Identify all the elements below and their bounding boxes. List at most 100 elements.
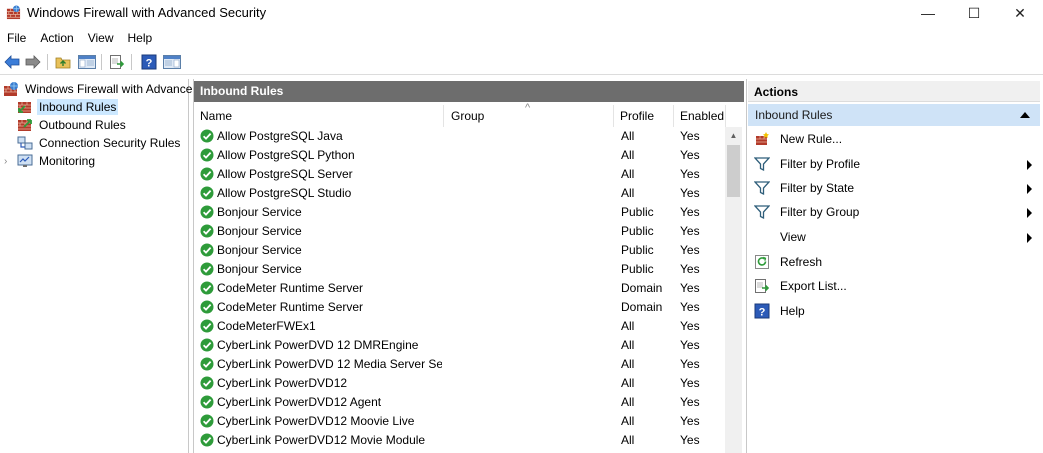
firewall-app-icon [6, 5, 21, 20]
table-row[interactable]: CyberLink PowerDVD12 Movie Module All Yes [194, 431, 725, 450]
table-row[interactable]: Allow PostgreSQL Studio All Yes [194, 184, 725, 203]
filter-icon [754, 157, 770, 172]
action-label: Filter by Profile [780, 157, 861, 171]
table-row[interactable]: Allow PostgreSQL Java All Yes [194, 127, 725, 146]
tree-item-outbound-rules[interactable]: Outbound Rules [17, 116, 128, 134]
action-filter-by-profile[interactable]: Filter by Profile [748, 152, 1040, 176]
back-arrow-icon[interactable] [2, 52, 22, 72]
rule-name: CyberLink PowerDVD12 [217, 376, 348, 390]
toolbar-separator [47, 54, 48, 70]
table-row[interactable]: CodeMeterFWEx1 All Yes [194, 317, 725, 336]
show-hide-tree-icon[interactable] [77, 52, 97, 72]
maximize-button[interactable]: ☐ [951, 0, 997, 26]
table-row[interactable]: Bonjour Service Public Yes [194, 260, 725, 279]
export-list-icon [755, 279, 770, 293]
rule-profile: All [621, 129, 635, 143]
action-filter-by-state[interactable]: Filter by State [748, 176, 1040, 200]
rule-name: CyberLink PowerDVD 12 Media Server Ser..… [217, 357, 442, 371]
table-row[interactable]: Allow PostgreSQL Python All Yes [194, 146, 725, 165]
menu-view[interactable]: View [81, 27, 121, 48]
title-bar[interactable]: Windows Firewall with Advanced Security … [0, 0, 1043, 26]
menu-help[interactable]: Help [121, 27, 160, 48]
actions-section-inbound-rules[interactable]: Inbound Rules [748, 104, 1040, 126]
scrollbar-thumb[interactable] [727, 145, 740, 197]
table-row[interactable]: CodeMeter Runtime Server Domain Yes [194, 298, 725, 317]
menu-file[interactable]: File [0, 27, 33, 48]
rule-name: CyberLink PowerDVD12 Moovie Live [217, 414, 415, 428]
action-label: New Rule... [780, 132, 843, 146]
scroll-up-arrow-icon[interactable]: ▲ [725, 127, 742, 144]
column-headers: Name Group ^ Profile Enabled [194, 102, 744, 127]
table-row[interactable]: CyberLink PowerDVD 12 DMREngine All Yes [194, 336, 725, 355]
toolbar: ? [0, 49, 1043, 75]
tree-item-connection-security-rules[interactable]: Connection Security Rules [17, 134, 182, 152]
table-row[interactable]: Bonjour Service Public Yes [194, 222, 725, 241]
enabled-check-icon [200, 243, 214, 257]
column-header-enabled[interactable]: Enabled [674, 105, 726, 127]
action-export-list[interactable]: Export List... [748, 274, 1040, 298]
submenu-arrow-icon [1027, 233, 1032, 243]
sort-ascending-icon: ^ [525, 102, 531, 114]
action-view[interactable]: View [748, 225, 1040, 249]
enabled-check-icon [200, 338, 214, 352]
help-icon[interactable]: ? [139, 52, 159, 72]
rule-enabled: Yes [680, 319, 700, 333]
filter-icon [754, 181, 770, 196]
action-filter-by-group[interactable]: Filter by Group [748, 200, 1040, 224]
table-row[interactable]: CodeMeter Runtime Server Domain Yes [194, 279, 725, 298]
navigation-tree: Windows Firewall with Advance Inbound Ru… [0, 79, 192, 453]
rule-enabled: Yes [680, 357, 700, 371]
rule-name: Allow PostgreSQL Python [217, 148, 355, 162]
rule-profile: All [621, 186, 635, 200]
forward-arrow-icon[interactable] [23, 52, 43, 72]
table-row[interactable]: CyberLink PowerDVD12 Agent All Yes [194, 393, 725, 412]
menu-bar: File Action View Help [0, 27, 1043, 48]
minimize-button[interactable]: — [905, 0, 951, 26]
rule-profile: Domain [621, 300, 663, 314]
rule-enabled: Yes [680, 224, 700, 238]
rule-name: Bonjour Service [217, 224, 302, 238]
inbound-rules-icon [18, 102, 31, 113]
table-row[interactable]: CyberLink PowerDVD12 All Yes [194, 374, 725, 393]
tree-item-monitoring[interactable]: › Monitoring [4, 152, 97, 170]
enabled-check-icon [200, 167, 214, 181]
action-refresh[interactable]: Refresh [748, 250, 1040, 274]
column-header-profile[interactable]: Profile [614, 105, 674, 127]
up-folder-icon[interactable] [53, 52, 73, 72]
tree-root[interactable]: Windows Firewall with Advance [3, 80, 194, 98]
rule-enabled: Yes [680, 262, 700, 276]
rule-enabled: Yes [680, 338, 700, 352]
enabled-check-icon [200, 319, 214, 333]
pane-header: Inbound Rules [194, 81, 744, 102]
enabled-check-icon [200, 281, 214, 295]
table-row[interactable]: CyberLink PowerDVD 12 Media Server Ser..… [194, 355, 725, 374]
show-hide-action-pane-icon[interactable] [162, 52, 182, 72]
action-label: View [780, 230, 806, 244]
svg-text:?: ? [146, 58, 153, 70]
table-row[interactable]: Allow PostgreSQL Server All Yes [194, 165, 725, 184]
rule-profile: All [621, 148, 635, 162]
expand-chevron-icon[interactable]: › [4, 156, 17, 167]
toolbar-separator [101, 54, 102, 70]
menu-action[interactable]: Action [33, 27, 80, 48]
column-header-name[interactable]: Name [194, 105, 444, 127]
table-row[interactable]: Bonjour Service Public Yes [194, 241, 725, 260]
action-help[interactable]: ? Help [748, 299, 1040, 323]
close-button[interactable]: ✕ [997, 0, 1043, 26]
action-label: Filter by State [780, 181, 855, 195]
column-header-group[interactable]: Group ^ [445, 102, 614, 127]
enabled-check-icon [200, 148, 214, 162]
rule-profile: Public [621, 205, 654, 219]
enabled-check-icon [200, 357, 214, 371]
table-row[interactable]: Bonjour Service Public Yes [194, 203, 725, 222]
rule-profile: All [621, 395, 635, 409]
collapse-arrow-icon[interactable] [1020, 112, 1030, 118]
action-label: Filter by Group [780, 205, 860, 219]
window-title: Windows Firewall with Advanced Security [27, 5, 267, 20]
firewall-icon [4, 82, 18, 96]
submenu-arrow-icon [1027, 160, 1032, 170]
tree-item-inbound-rules[interactable]: Inbound Rules [17, 98, 119, 116]
export-list-icon[interactable] [107, 52, 127, 72]
table-row[interactable]: CyberLink PowerDVD12 Moovie Live All Yes [194, 412, 725, 431]
action-new-rule[interactable]: New Rule... [748, 127, 1040, 151]
